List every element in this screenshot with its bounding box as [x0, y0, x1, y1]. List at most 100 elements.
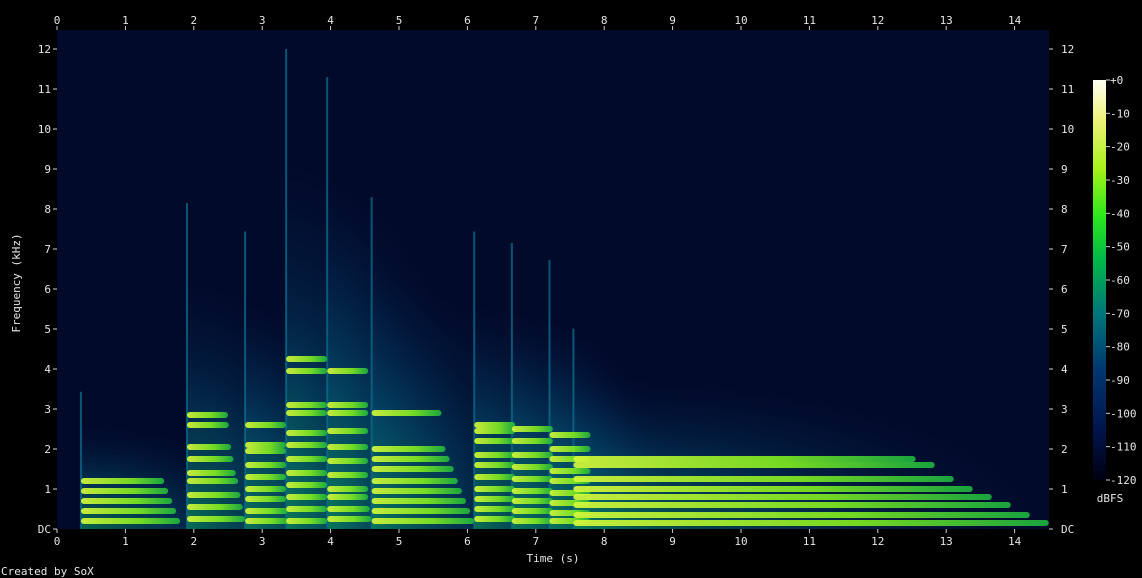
note-5-partial-5	[371, 466, 454, 472]
x-ticks-top: 0 1 2 3 4 5 6 7 8 9 10 11 12 13 14	[54, 14, 1022, 30]
x-tick-label-bottom: 0	[54, 535, 61, 548]
credit-text: Created by SoX	[1, 565, 94, 578]
note-7-partial-0	[511, 518, 553, 524]
note-7-partial-5	[511, 464, 553, 470]
note-4-partial-0	[327, 516, 372, 522]
y-tick-label-right: 3	[1061, 403, 1068, 416]
colorbar-tick-label: -90	[1110, 374, 1130, 387]
x-tick-label-bottom: 7	[532, 535, 539, 548]
y-tick-label-right: 5	[1061, 323, 1068, 336]
colorbar-tick-label: -60	[1110, 274, 1130, 287]
y-tick-label-right: 2	[1061, 443, 1068, 456]
note-2-partial-8	[245, 422, 287, 428]
note-0-partial-1	[80, 508, 177, 514]
note-6-partial-7	[474, 438, 516, 444]
x-tick-label-top: 10	[734, 14, 747, 27]
y-tick-label-right: 4	[1061, 363, 1068, 376]
note-6-partial-8	[474, 428, 516, 434]
note-3-partial-9	[286, 402, 328, 408]
y-tick-label-left: 11	[38, 83, 51, 96]
note-6-partial-0	[474, 516, 516, 522]
note-7-partial-8	[511, 426, 553, 432]
y-tick-label-left: 10	[38, 123, 51, 136]
x-tick-label-top: 1	[122, 14, 129, 27]
x-tick-label-bottom: 12	[871, 535, 884, 548]
y-tick-label-left: 12	[38, 43, 51, 56]
note-5-partial-1	[371, 508, 471, 514]
x-tick-label-top: 7	[532, 14, 539, 27]
colorbar-tick-label: -10	[1110, 107, 1130, 120]
note-6-partial-2	[474, 496, 516, 502]
y-tick-label-right: 12	[1061, 43, 1074, 56]
note-6-partial-6	[474, 452, 516, 458]
x-tick-label-bottom: 4	[327, 535, 334, 548]
note-0-partial-0	[80, 518, 181, 524]
note-9-partial-3	[573, 494, 992, 500]
note-1-partial-4	[186, 470, 236, 476]
note-5-partial-7	[371, 446, 446, 452]
x-tick-label-top: 2	[190, 14, 197, 27]
note-5-partial-6	[371, 456, 450, 462]
note-4-partial-8	[327, 410, 369, 416]
note-3-partial-2	[286, 494, 328, 500]
y-tick-label-right: 1	[1061, 483, 1068, 496]
y-tick-label-left: 6	[44, 283, 51, 296]
note-2-partial-0	[245, 518, 290, 524]
note-5-partial-2	[371, 498, 467, 504]
x-tick-label-bottom: 3	[259, 535, 266, 548]
note-9-partial-0	[573, 520, 1049, 526]
x-tick-label-top: 3	[259, 14, 266, 27]
note-3-partial-10	[286, 368, 328, 374]
x-tick-label-bottom: 8	[601, 535, 608, 548]
x-tick-label-bottom: 14	[1008, 535, 1022, 548]
note-4-partial-9	[327, 402, 369, 408]
colorbar-ticks: +0 -10 -20 -30 -40 -50 -60 -70 -80 -90 -100 -110 -12…	[1106, 74, 1137, 487]
note-7-partial-6	[511, 452, 553, 458]
note-3-partial-0	[286, 518, 328, 524]
note-6-partial-5	[474, 462, 516, 468]
note-7-partial-2	[511, 498, 553, 504]
note-4-partial-6	[327, 444, 369, 450]
y-ticks-right: DC123456789101112	[1049, 43, 1074, 536]
note-1-partial-6	[186, 444, 232, 450]
note-3-partial-4	[286, 470, 328, 476]
note-4-partial-2	[327, 494, 369, 500]
y-tick-label-right: 8	[1061, 203, 1068, 216]
note-1-partial-3	[186, 478, 239, 484]
x-ticks-bottom: 0 1 2 3 4 5 6 7 8 9 10 11 12 13 14	[54, 529, 1022, 548]
x-tick-label-top: 6	[464, 14, 471, 27]
y-tick-label-left: 7	[44, 243, 51, 256]
note-6-partial-9	[474, 422, 516, 428]
note-9-partial-5	[573, 476, 954, 482]
note-2-partial-7	[245, 442, 287, 448]
note-1-partial-5	[186, 456, 234, 462]
colorbar-tick-label: +0	[1110, 74, 1123, 87]
note-7-partial-1	[511, 508, 553, 514]
y-tick-label-left: DC	[38, 523, 51, 536]
note-6-partial-3	[474, 486, 516, 492]
x-tick-label-top: 5	[396, 14, 403, 27]
x-tick-label-top: 11	[803, 14, 816, 27]
note-1-partial-0	[186, 516, 246, 522]
y-axis-label: Frequency (kHz)	[10, 233, 23, 332]
x-tick-label-bottom: 11	[803, 535, 816, 548]
note-9-partial-6	[573, 462, 935, 468]
note-8-partial-7	[549, 446, 591, 452]
y-tick-label-right: 11	[1061, 83, 1074, 96]
note-1-partial-8	[186, 412, 228, 418]
note-5-partial-0	[371, 518, 475, 524]
x-tick-label-bottom: 2	[190, 535, 197, 548]
note-9-partial-7	[573, 456, 916, 462]
colorbar-tick-label: -120	[1110, 474, 1137, 487]
colorbar	[1093, 80, 1106, 480]
note-2-partial-3	[245, 486, 287, 492]
note-7-partial-7	[511, 438, 553, 444]
note-8-partial-8	[549, 432, 591, 438]
colorbar-tick-label: -30	[1110, 174, 1130, 187]
note-4-partial-10	[327, 368, 369, 374]
note-5-partial-3	[371, 488, 462, 494]
note-7-partial-4	[511, 476, 553, 482]
note-2-partial-1	[245, 508, 288, 514]
colorbar-tick-label: -80	[1110, 341, 1130, 354]
note-8-partial-5	[549, 468, 591, 474]
